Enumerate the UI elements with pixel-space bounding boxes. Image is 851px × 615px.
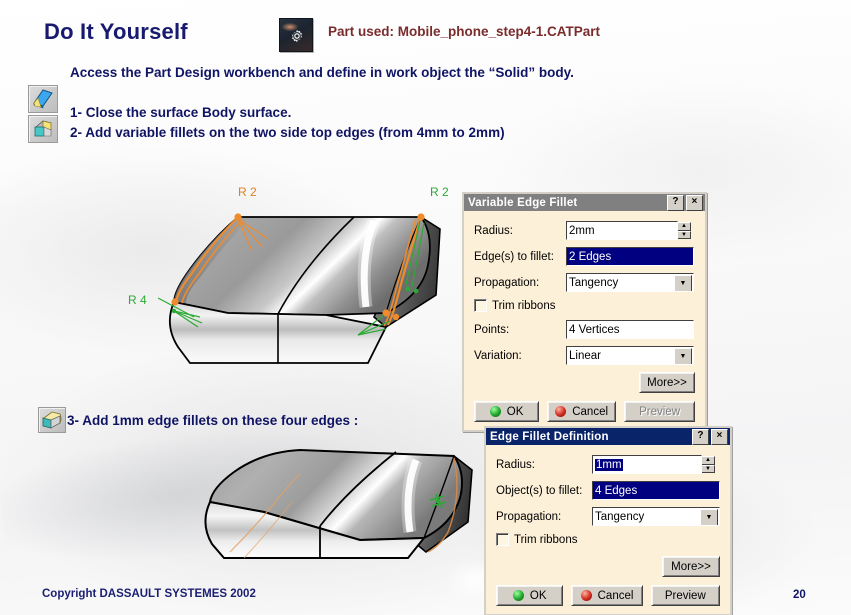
more-button[interactable]: More>> (662, 556, 720, 577)
instruction-lead: Access the Part Design workbench and def… (70, 65, 574, 80)
model-view-variable-fillet: R 2 R 2 R 4 (128, 185, 468, 385)
instruction-step-1: 1- Close the surface Body surface. (70, 105, 292, 120)
close-surface-icon-glyph (33, 89, 53, 109)
edge-fillet-titlebar[interactable]: Edge Fillet Definition ? × (486, 428, 730, 445)
gear-icon (279, 18, 313, 52)
variable-fillet-body: Radius: 2mm ▲ ▼ Edge(s) to fillet: 2 Edge… (464, 211, 705, 430)
phone-model-bottom-svg (204, 448, 473, 559)
gear-icon-glyph (291, 29, 303, 43)
cancel-button[interactable]: Cancel (547, 401, 617, 422)
propagation-select[interactable]: Tangency ▼ (592, 507, 720, 526)
close-icon[interactable]: × (711, 428, 728, 445)
trim-ribbons-checkbox[interactable] (474, 299, 487, 312)
model-view-edge-fillet (200, 440, 520, 600)
more-row: More>> (474, 372, 695, 393)
propagation-select[interactable]: Tangency ▼ (566, 273, 694, 292)
edges-to-fillet-row: Edge(s) to fillet: 2 Edges (474, 247, 695, 266)
propagation-value: Tangency (569, 276, 619, 289)
edges-to-fillet-input[interactable]: 2 Edges (566, 247, 694, 266)
cancel-button[interactable]: Cancel (571, 585, 643, 606)
part-used-label: Part used: Mobile_phone_step4-1.CATPart (328, 24, 601, 39)
points-label: Points: (474, 323, 510, 336)
propagation-label: Propagation: (496, 510, 562, 523)
objects-to-fillet-input[interactable]: 4 Edges (592, 481, 720, 500)
propagation-value: Tangency (595, 510, 645, 523)
radius-label: Radius: (496, 458, 535, 471)
points-row: Points: 4 Vertices (474, 320, 695, 339)
ok-button-label: OK (529, 589, 547, 602)
copyright-text: Copyright DASSAULT SYSTEMES 2002 (42, 588, 256, 600)
cancel-button-label: Cancel (597, 589, 634, 602)
radius-row: Radius: 2mm ▲ ▼ (474, 221, 695, 240)
ok-button[interactable]: OK (496, 585, 564, 606)
edge-fillet-definition-dialog[interactable]: Edge Fillet Definition ? × Radius: 1mm ▲… (484, 426, 732, 615)
preview-button[interactable]: Preview (650, 585, 720, 606)
cancel-orb-icon (580, 590, 592, 601)
help-button[interactable]: ? (692, 428, 709, 445)
variation-label: Variation: (474, 349, 522, 362)
variable-fillet-icon (28, 115, 58, 143)
variation-select[interactable]: Linear ▼ (566, 346, 694, 365)
radius-value: 2mm (569, 224, 595, 237)
variable-edge-fillet-dialog[interactable]: Variable Edge Fillet ? × Radius: 2mm ▲ ▼ … (462, 192, 707, 432)
propagation-row: Propagation: Tangency ▼ (474, 273, 695, 292)
edge-fillet-title: Edge Fillet Definition (490, 430, 609, 443)
edges-to-fillet-value: 2 Edges (569, 250, 612, 263)
points-input[interactable]: 4 Vertices (566, 320, 694, 339)
trim-ribbons-row[interactable]: Trim ribbons (474, 299, 695, 312)
edge-fillet-body: Radius: 1mm ▲ ▼ Object(s) to fillet: 4 Ed… (486, 445, 730, 614)
trim-ribbons-checkbox[interactable] (496, 533, 509, 546)
chevron-down-icon[interactable]: ▼ (700, 509, 718, 525)
ok-button[interactable]: OK (474, 401, 540, 422)
more-row: More>> (496, 556, 720, 577)
ok-button-label: OK (506, 405, 524, 418)
ok-orb-icon (512, 590, 524, 601)
propagation-row: Propagation: Tangency ▼ (496, 507, 720, 526)
edge-fillet-icon-glyph (42, 411, 62, 429)
trim-ribbons-row[interactable]: Trim ribbons (496, 533, 720, 546)
ok-orb-icon (489, 406, 501, 417)
instruction-step-2: 2- Add variable fillets on the two side … (70, 125, 505, 140)
close-surface-icon (28, 85, 58, 113)
objects-to-fillet-value: 4 Edges (595, 484, 638, 497)
edge-fillet-icon (38, 407, 66, 433)
objects-to-fillet-label: Object(s) to fillet: (496, 484, 583, 497)
cancel-button-label: Cancel (572, 405, 609, 418)
instruction-step-3: 3- Add 1mm edge fillets on these four ed… (67, 413, 359, 428)
edges-to-fillet-label: Edge(s) to fillet: (474, 250, 554, 263)
radius-value: 1mm (595, 458, 623, 471)
radius-input[interactable]: 2mm (566, 221, 678, 240)
variable-fillet-titlebar[interactable]: Variable Edge Fillet ? × (464, 194, 705, 211)
phone-model-top-svg (157, 213, 441, 364)
radius-label: Radius: (474, 224, 513, 237)
more-button[interactable]: More>> (639, 372, 695, 393)
radius-label-r4-left: R 4 (128, 293, 147, 307)
preview-button: Preview (624, 401, 695, 422)
page-title: Do It Yourself (44, 19, 188, 44)
edge-fillet-button-row: OK Cancel Preview (496, 585, 720, 606)
trim-ribbons-label: Trim ribbons (492, 299, 556, 312)
close-icon[interactable]: × (686, 194, 703, 211)
trim-ribbons-label: Trim ribbons (514, 533, 578, 546)
slide-canvas: Do It Yourself Part used: Mobile_phone_s… (0, 0, 851, 615)
variable-fillet-icon-glyph (34, 120, 52, 137)
objects-to-fillet-row: Object(s) to fillet: 4 Edges (496, 481, 720, 500)
chevron-down-icon[interactable]: ▼ (674, 275, 692, 291)
points-value: 4 Vertices (569, 323, 620, 336)
variation-row: Variation: Linear ▼ (474, 346, 695, 365)
propagation-label: Propagation: (474, 276, 540, 289)
variable-fillet-button-row: OK Cancel Preview (474, 401, 695, 422)
variable-fillet-title: Variable Edge Fillet (468, 196, 578, 209)
radius-label-r2-left: R 2 (238, 185, 257, 199)
chevron-down-icon[interactable]: ▼ (674, 348, 692, 364)
radius-stepper[interactable]: ▲ ▼ (701, 456, 715, 473)
help-button[interactable]: ? (667, 194, 684, 211)
radius-stepper[interactable]: ▲ ▼ (677, 222, 691, 239)
radius-label-r2-right: R 2 (430, 185, 449, 199)
radius-input[interactable]: 1mm (592, 455, 702, 474)
cancel-orb-icon (555, 406, 567, 417)
radius-row: Radius: 1mm ▲ ▼ (496, 455, 720, 474)
variation-value: Linear (569, 349, 601, 362)
page-number: 20 (793, 589, 806, 601)
